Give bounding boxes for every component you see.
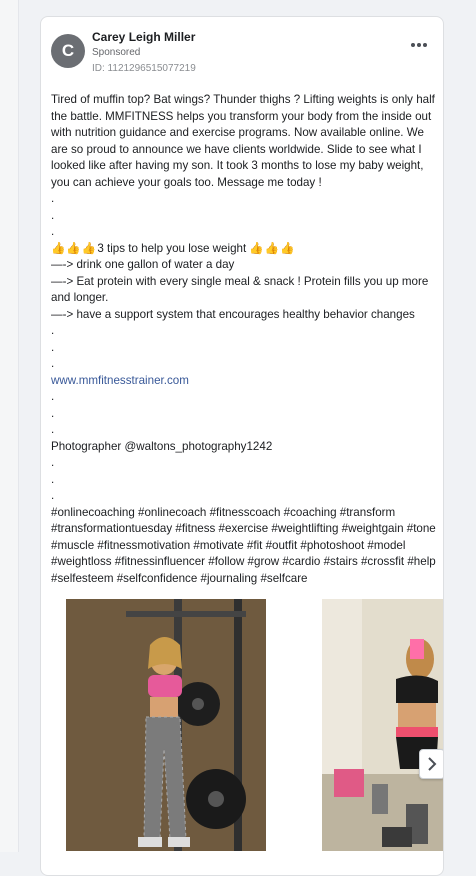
intro-paragraph: Tired of muffin top? Bat wings? Thunder … xyxy=(51,93,439,189)
tip-item: —-> Eat protein with every single meal &… xyxy=(51,274,432,305)
spacer-dot: . xyxy=(51,357,55,370)
more-options-button[interactable] xyxy=(411,43,427,49)
carousel-image-mirror-selfie[interactable] xyxy=(322,599,443,851)
thumbs-icon: 👍👍👍 xyxy=(249,241,296,255)
left-gutter xyxy=(0,0,19,852)
tips-heading: 👍👍👍3 tips to help you lose weight 👍👍👍 xyxy=(51,241,296,255)
tip-item: —-> have a support system that encourage… xyxy=(51,307,415,321)
chevron-right-icon xyxy=(428,757,437,771)
spacer-dot: . xyxy=(51,456,55,469)
tip-item: —-> drink one gallon of water a day xyxy=(51,258,235,271)
spacer-dot: . xyxy=(51,225,55,238)
spacer-dot: . xyxy=(51,423,55,436)
author-name[interactable]: Carey Leigh Miller xyxy=(92,30,195,44)
spacer-dot: . xyxy=(51,192,55,205)
carousel-image-gym[interactable] xyxy=(66,599,266,851)
website-link[interactable]: www.mmfitnesstrainer.com xyxy=(51,374,189,387)
avatar[interactable]: C xyxy=(51,34,85,68)
selfie-photo-illustration xyxy=(322,599,443,851)
thumbs-icon: 👍👍👍 xyxy=(51,241,98,255)
photographer-credit: Photographer @waltons_photography1242 xyxy=(51,439,273,453)
spacer-dot: . xyxy=(51,340,55,354)
spacer-dot: . xyxy=(51,406,55,420)
spacer-dot: . xyxy=(51,472,55,486)
gym-photo-illustration xyxy=(66,599,266,851)
spacer-dot: . xyxy=(51,390,55,403)
hashtags: #onlinecoaching #onlinecoach #fitnesscoa… xyxy=(51,505,439,585)
spacer-dot: . xyxy=(51,489,55,502)
carousel-next-button[interactable] xyxy=(419,749,443,779)
sponsored-label: Sponsored xyxy=(92,47,141,58)
ad-post-card: C Carey Leigh Miller Sponsored ID: 11212… xyxy=(40,16,444,876)
image-carousel xyxy=(66,599,443,869)
more-horizontal-icon xyxy=(411,43,415,47)
spacer-dot: . xyxy=(51,208,55,222)
spacer-dot: . xyxy=(51,324,55,337)
post-body: Tired of muffin top? Bat wings? Thunder … xyxy=(51,92,437,587)
ad-id: ID: 1121296515077219 xyxy=(92,63,196,74)
